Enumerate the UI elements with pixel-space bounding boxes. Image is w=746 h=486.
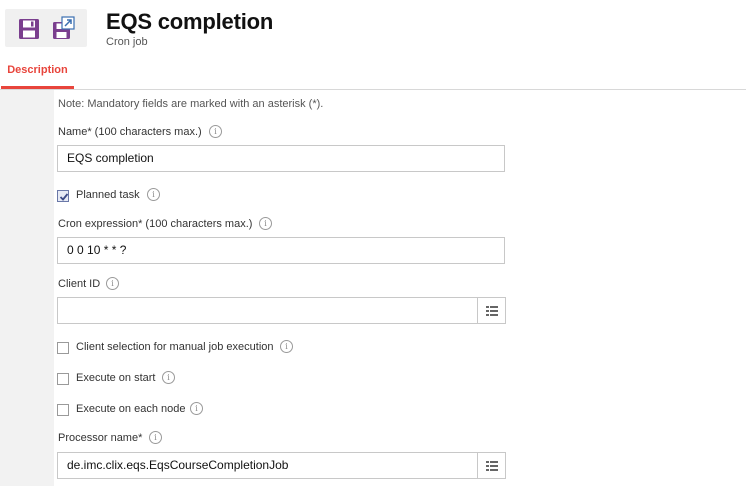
cron-expression-field[interactable]: 0 0 10 * * ? — [57, 237, 505, 264]
toolbar — [5, 9, 87, 47]
list-icon — [486, 306, 498, 316]
name-label: Name* (100 characters max.) — [58, 126, 202, 138]
execute-on-each-node-checkbox[interactable] — [57, 404, 69, 416]
execute-on-start-checkbox[interactable] — [57, 373, 69, 385]
client-id-field[interactable] — [57, 297, 478, 324]
cron-expression-label: Cron expression* (100 characters max.) — [58, 218, 253, 230]
execute-on-start-label: Execute on start — [76, 372, 156, 384]
tab-description[interactable]: Description — [1, 59, 74, 86]
mandatory-note: Note: Mandatory fields are marked with a… — [58, 98, 324, 110]
left-rail — [0, 90, 54, 486]
client-selection-checkbox[interactable] — [57, 342, 69, 354]
client-id-picker-button[interactable] — [477, 297, 506, 324]
client-selection-label: Client selection for manual job executio… — [76, 341, 274, 353]
execute-on-each-node-label: Execute on each node — [76, 403, 186, 415]
planned-task-label: Planned task — [76, 189, 140, 201]
processor-name-info-icon[interactable]: i — [149, 431, 162, 444]
cron-expression-info-icon[interactable]: i — [259, 217, 272, 230]
page-title: EQS completion — [106, 9, 274, 34]
processor-name-label: Processor name* — [58, 432, 143, 444]
client-id-label: Client ID — [58, 278, 101, 290]
save-icon[interactable] — [18, 18, 40, 40]
name-info-icon[interactable]: i — [209, 125, 222, 138]
tabs-divider — [0, 89, 746, 90]
execute-on-start-info-icon[interactable]: i — [162, 371, 175, 384]
name-field[interactable]: EQS completion — [57, 145, 505, 172]
client-selection-info-icon[interactable]: i — [280, 340, 293, 353]
processor-name-picker-button[interactable] — [477, 452, 506, 479]
processor-name-field[interactable]: de.imc.clix.eqs.EqsCourseCompletionJob — [57, 452, 478, 479]
execute-on-each-node-info-icon[interactable]: i — [190, 402, 203, 415]
planned-task-checkbox[interactable] — [57, 190, 69, 202]
planned-task-info-icon[interactable]: i — [147, 188, 160, 201]
save-as-icon[interactable] — [52, 16, 75, 39]
client-id-info-icon[interactable]: i — [106, 277, 119, 290]
list-icon — [486, 461, 498, 471]
page-subtitle: Cron job — [106, 36, 148, 48]
checkmark-icon — [59, 193, 69, 201]
